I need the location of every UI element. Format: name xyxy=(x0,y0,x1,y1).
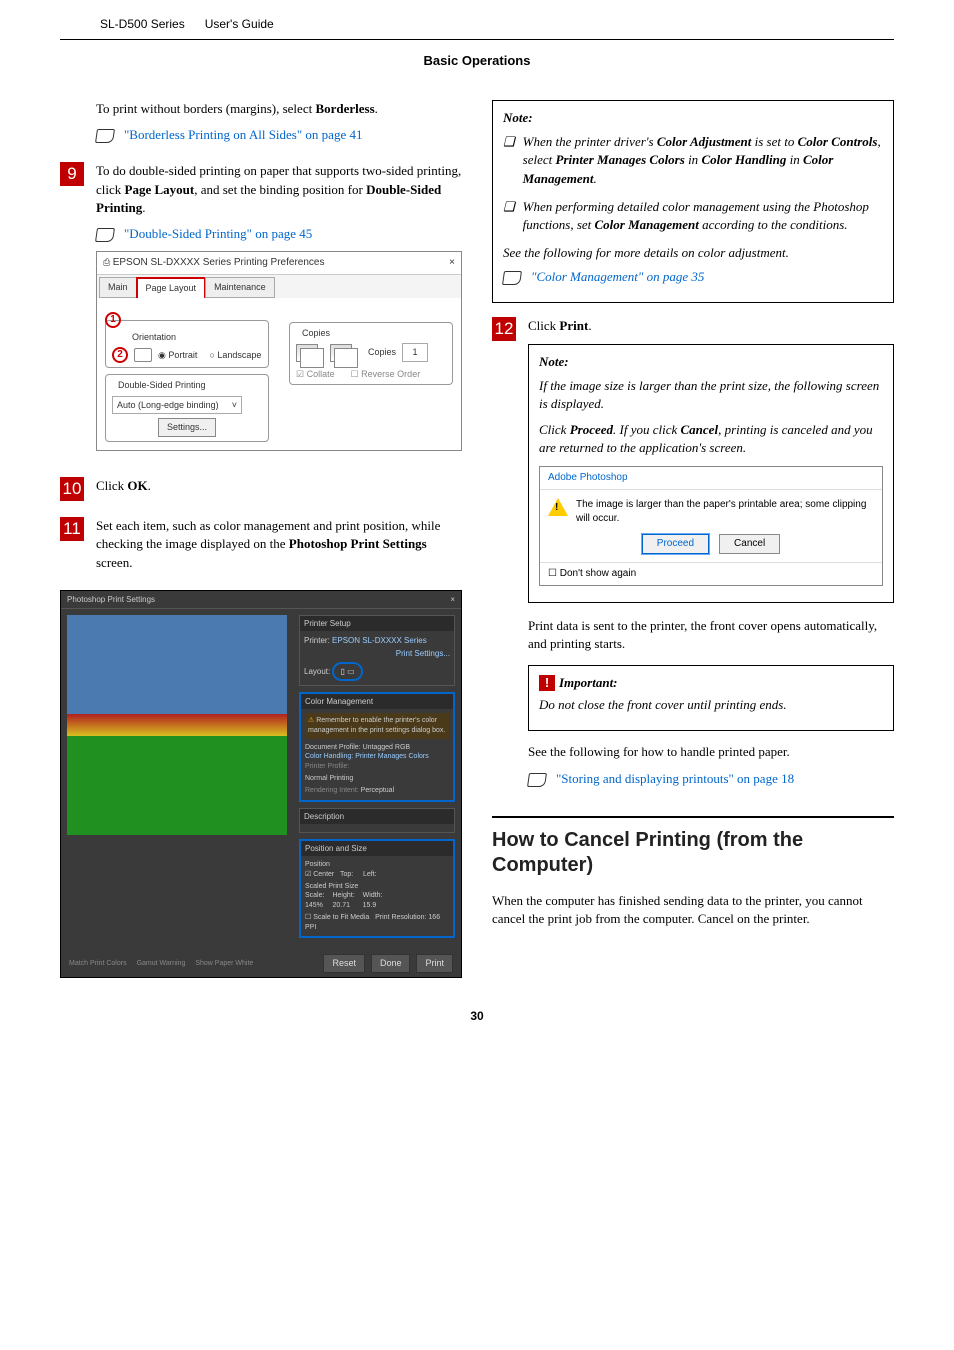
note1-item2: When performing detailed color managemen… xyxy=(503,198,883,234)
heading-cancel-printing: How to Cancel Printing (from the Compute… xyxy=(492,816,894,878)
note-box-1: Note: When the printer driver's Color Ad… xyxy=(492,100,894,304)
ps-title: Photoshop Print Settings xyxy=(67,594,155,605)
copies-value: 1 xyxy=(402,343,428,362)
printing-preferences-screenshot: ⎙ EPSON SL-DXXXX Series Printing Prefere… xyxy=(96,251,462,451)
tab-maintenance: Maintenance xyxy=(205,277,275,298)
page-number: 30 xyxy=(60,1008,894,1025)
warning-icon xyxy=(548,498,568,516)
ps-preview-image xyxy=(67,615,287,835)
prefs-title: EPSON SL-DXXXX Series Printing Preferenc… xyxy=(113,257,325,268)
step-9-badge: 9 xyxy=(60,162,84,186)
note1-item1: When the printer driver's Color Adjustme… xyxy=(503,133,883,188)
step-12-badge: 12 xyxy=(492,317,516,341)
note-box-2: Note: If the image size is larger than t… xyxy=(528,344,894,603)
step-11-text: Set each item, such as color management … xyxy=(96,517,462,572)
ps-position-size-title: Position and Size xyxy=(301,841,453,856)
note1-see: See the following for more details on co… xyxy=(503,244,883,262)
page-header: SL-D500 Series User's Guide xyxy=(60,10,894,40)
step-10-badge: 10 xyxy=(60,477,84,501)
copies-icon xyxy=(296,344,318,362)
section-title: Basic Operations xyxy=(60,40,894,100)
radio-landscape: ○ Landscape xyxy=(209,349,261,362)
link-borderless[interactable]: "Borderless Printing on All Sides" on pa… xyxy=(124,126,362,144)
hand-icon xyxy=(528,770,550,788)
dialog-title: Adobe Photoshop xyxy=(540,467,882,490)
doc-type: User's Guide xyxy=(205,16,274,33)
callout-2: 2 xyxy=(112,347,128,363)
close-icon: × xyxy=(449,256,455,270)
cancel-button: Cancel xyxy=(719,534,780,554)
step-12-text: Click Print. xyxy=(528,317,894,335)
note2-p2: Click Proceed. If you click Cancel, prin… xyxy=(539,421,883,457)
ps-color-mgmt-title: Color Management xyxy=(301,694,453,709)
note2-p1: If the image size is larger than the pri… xyxy=(539,377,883,413)
radio-portrait: ◉ Portrait xyxy=(158,349,197,362)
adobe-dialog: Adobe Photoshop The image is larger than… xyxy=(539,466,883,586)
ps-printer-setup-title: Printer Setup xyxy=(300,616,454,631)
ps-reset-button: Reset xyxy=(323,954,365,973)
dsp-label: Double-Sided Printing xyxy=(116,379,208,392)
ps-print-settings-btn: Print Settings... xyxy=(304,648,450,659)
copies-fld-label: Copies xyxy=(368,346,396,359)
callout-1: 1 xyxy=(105,312,121,328)
hand-icon xyxy=(96,126,118,144)
link-double-sided[interactable]: "Double-Sided Printing" on page 45 xyxy=(124,225,312,243)
see-handle-text: See the following for how to handle prin… xyxy=(528,743,894,761)
tab-main: Main xyxy=(99,277,137,298)
step-11-badge: 11 xyxy=(60,517,84,541)
copies-label: Copies xyxy=(300,327,332,340)
important-icon: ! xyxy=(539,675,555,691)
photoshop-print-settings-screenshot: Photoshop Print Settings × Printer Setup… xyxy=(60,590,462,978)
ps-done-button: Done xyxy=(371,954,411,973)
important-body: Do not close the front cover until print… xyxy=(539,696,883,714)
link-color-management[interactable]: "Color Management" on page 35 xyxy=(531,268,704,286)
reverse-check: ☐ Reverse Order xyxy=(351,368,421,381)
hand-icon xyxy=(503,268,525,286)
dont-show-again: ☐ Don't show again xyxy=(548,568,636,579)
orientation-label: Orientation xyxy=(130,331,178,344)
tab-page-layout: Page Layout xyxy=(136,277,207,298)
dialog-message: The image is larger than the paper's pri… xyxy=(576,498,874,526)
product-name: SL-D500 Series xyxy=(100,16,185,33)
after-step12-text: Print data is sent to the printer, the f… xyxy=(528,617,894,653)
step-10-text: Click OK. xyxy=(96,477,462,495)
collate-check: ☑ Collate xyxy=(296,368,335,381)
copies-icon xyxy=(330,344,352,362)
important-box: ! Important: Do not close the front cove… xyxy=(528,665,894,731)
portrait-icon xyxy=(134,348,152,362)
layout-icons: ▯ ▭ xyxy=(332,662,362,681)
close-icon: × xyxy=(450,594,455,605)
step-9-text: To do double-sided printing on paper tha… xyxy=(96,162,462,217)
borderless-intro: To print without borders (margins), sele… xyxy=(96,100,462,118)
note-title: Note: xyxy=(503,109,883,127)
cancel-printing-body: When the computer has finished sending d… xyxy=(492,892,894,928)
settings-button: Settings... xyxy=(158,418,216,437)
link-storing-printouts[interactable]: "Storing and displaying printouts" on pa… xyxy=(556,770,794,788)
dsp-select: Auto (Long-edge binding) ˅ xyxy=(112,396,242,415)
hand-icon xyxy=(96,225,118,243)
ps-print-button: Print xyxy=(416,954,453,973)
proceed-button: Proceed xyxy=(642,534,709,554)
